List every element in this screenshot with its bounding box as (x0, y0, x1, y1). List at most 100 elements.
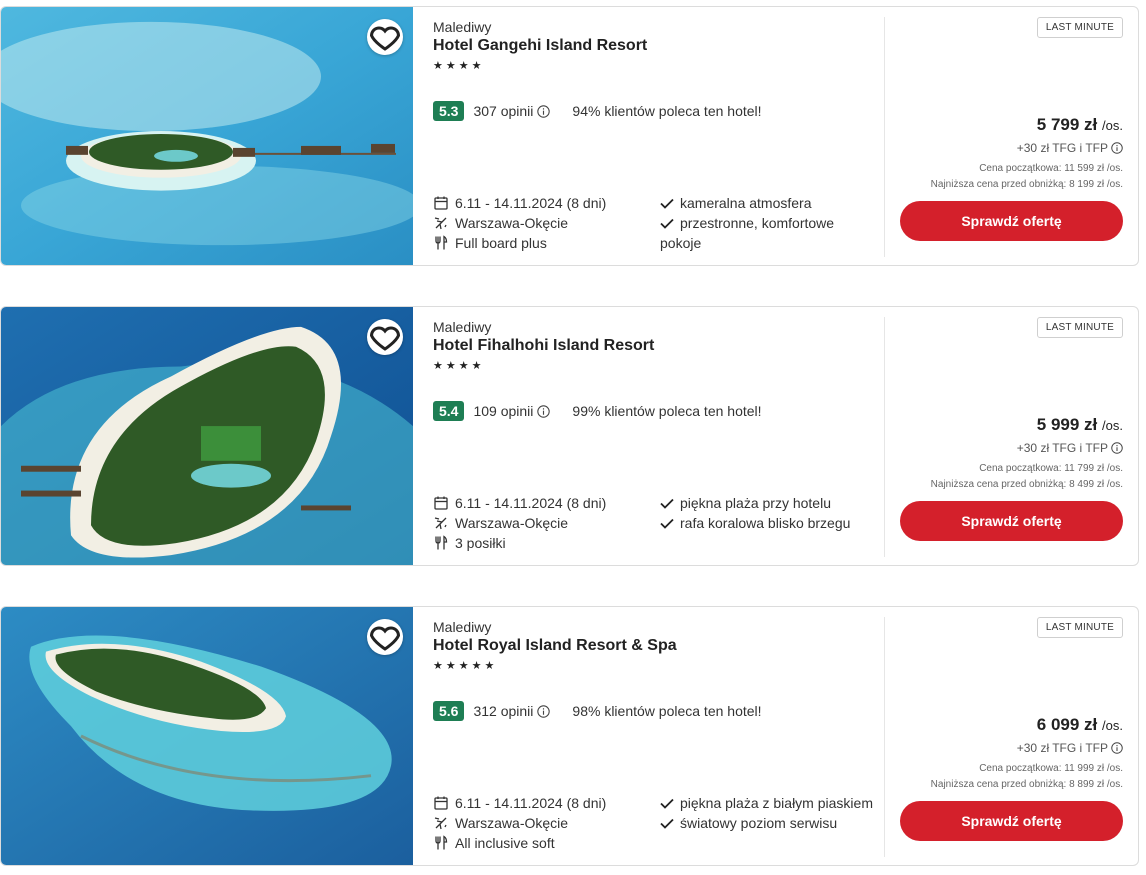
trip-departure: Warszawa-Okęcie (433, 513, 606, 533)
info-icon[interactable] (537, 404, 551, 418)
trip-board: All inclusive soft (433, 833, 606, 853)
reviews-count: 109 opinii (473, 403, 534, 419)
cutlery-icon (435, 835, 448, 850)
rating-score: 5.6 (433, 701, 465, 721)
trip-details: 6.11 - 14.11.2024 (8 dni) Warszawa-Okęci… (433, 493, 606, 553)
rating-row: 5.6 312 opinii 98% klientów poleca ten h… (433, 701, 762, 721)
rating-score: 5.3 (433, 101, 465, 121)
hotel-info: Malediwy Hotel Royal Island Resort & Spa… (433, 619, 873, 855)
heart-icon (369, 326, 401, 351)
hotel-location: Malediwy (433, 319, 492, 335)
dates-text: 6.11 - 14.11.2024 (8 dni) (455, 195, 607, 211)
price-value: 6 099 zł (1036, 715, 1098, 734)
offer-card[interactable]: Malediwy Hotel Gangehi Island Resort ★★★… (0, 6, 1139, 266)
calendar-icon (434, 496, 448, 510)
trip-departure: Warszawa-Okęcie (433, 813, 606, 833)
feature-item: piękna plaża przy hotelu (660, 493, 875, 513)
board-text: All inclusive soft (455, 835, 555, 851)
favorite-button[interactable] (367, 319, 403, 355)
last-minute-badge: LAST MINUTE (1036, 617, 1123, 638)
info-icon[interactable] (537, 104, 551, 118)
feature-item: kameralna atmosfera (660, 193, 875, 213)
fees-info: +30 zł TFG i TFP (1017, 141, 1123, 155)
check-icon (660, 198, 674, 209)
dates-text: 6.11 - 14.11.2024 (8 dni) (455, 495, 607, 511)
favorite-button[interactable] (367, 619, 403, 655)
hotel-stars: ★★★★ (433, 60, 485, 72)
fees-info: +30 zł TFG i TFP (1017, 441, 1123, 455)
feature-item: piękna plaża z białym piaskiem (660, 793, 875, 813)
calendar-icon (434, 196, 448, 210)
check-offer-button[interactable]: Sprawdź ofertę (900, 801, 1123, 841)
plane-icon (434, 817, 447, 830)
hotel-name[interactable]: Hotel Gangehi Island Resort (433, 37, 873, 55)
lowest-price: Najniższa cena przed obniżką: 8 899 zł /… (930, 779, 1123, 790)
plane-icon (434, 517, 447, 530)
price-value: 5 799 zł (1036, 115, 1098, 134)
last-minute-badge: LAST MINUTE (1036, 317, 1123, 338)
reviews-link[interactable]: 307 opinii (473, 103, 551, 119)
offer-card[interactable]: Malediwy Hotel Royal Island Resort & Spa… (0, 606, 1139, 866)
price: 6 099 zł /os. (1037, 715, 1123, 735)
info-icon[interactable] (1111, 742, 1123, 754)
start-price: Cena początkowa: 11 799 zł /os. (979, 463, 1123, 474)
favorite-button[interactable] (367, 19, 403, 55)
info-icon[interactable] (1111, 142, 1123, 154)
board-text: Full board plus (455, 235, 547, 251)
trip-board: 3 posiłki (433, 533, 606, 553)
hotel-name[interactable]: Hotel Fihalhohi Island Resort (433, 337, 873, 355)
rating-score: 5.4 (433, 401, 465, 421)
hotel-features: piękna plaża z białym piaskiem światowy … (660, 793, 875, 833)
reviews-count: 312 opinii (473, 703, 534, 719)
check-icon (660, 818, 674, 829)
feature-item: rafa koralowa blisko brzegu (660, 513, 875, 533)
trip-details: 6.11 - 14.11.2024 (8 dni) Warszawa-Okęci… (433, 793, 606, 853)
calendar-icon (434, 796, 448, 810)
check-offer-button[interactable]: Sprawdź ofertę (900, 201, 1123, 241)
recommend-text: 98% klientów poleca ten hotel! (572, 703, 762, 719)
price-column: LAST MINUTE 5 799 zł /os. +30 zł TFG i T… (891, 7, 1123, 265)
lowest-price: Najniższa cena przed obniżką: 8 199 zł /… (930, 179, 1123, 190)
reviews-link[interactable]: 109 opinii (473, 403, 551, 419)
hotel-stars: ★★★★ (433, 360, 485, 372)
column-divider (884, 17, 885, 257)
hotel-photo[interactable] (1, 307, 413, 565)
departure-text: Warszawa-Okęcie (455, 815, 569, 831)
departure-text: Warszawa-Okęcie (455, 215, 569, 231)
hotel-photo[interactable] (1, 7, 413, 265)
info-icon[interactable] (537, 704, 551, 718)
cutlery-icon (435, 235, 448, 250)
trip-departure: Warszawa-Okęcie (433, 213, 606, 233)
feature-item: przestronne, komfortowe pokoje (660, 215, 835, 251)
price: 5 799 zł /os. (1037, 115, 1123, 135)
check-icon (660, 218, 674, 229)
check-icon (660, 498, 674, 509)
recommend-text: 99% klientów poleca ten hotel! (572, 403, 762, 419)
rating-row: 5.3 307 opinii 94% klientów poleca ten h… (433, 101, 762, 121)
reviews-count: 307 opinii (473, 103, 534, 119)
reviews-link[interactable]: 312 opinii (473, 703, 551, 719)
start-price: Cena początkowa: 11 599 zł /os. (979, 163, 1123, 174)
trip-board: Full board plus (433, 233, 606, 253)
fees-info: +30 zł TFG i TFP (1017, 741, 1123, 755)
hotel-stars: ★★★★★ (433, 660, 498, 672)
check-icon (660, 518, 674, 529)
hotel-photo[interactable] (1, 607, 413, 865)
hotel-location: Malediwy (433, 19, 492, 35)
hotel-name[interactable]: Hotel Royal Island Resort & Spa (433, 637, 873, 655)
plane-icon (434, 217, 447, 230)
check-icon (660, 798, 674, 809)
column-divider (884, 617, 885, 857)
hotel-features: piękna plaża przy hotelu rafa koralowa b… (660, 493, 875, 533)
info-icon[interactable] (1111, 442, 1123, 454)
offer-card[interactable]: Malediwy Hotel Fihalhohi Island Resort ★… (0, 306, 1139, 566)
heart-icon (369, 26, 401, 51)
cutlery-icon (435, 535, 448, 550)
hotel-features: kameralna atmosfera przestronne, komfort… (660, 193, 875, 253)
per-person: /os. (1102, 718, 1123, 733)
column-divider (884, 317, 885, 557)
dates-text: 6.11 - 14.11.2024 (8 dni) (455, 795, 607, 811)
check-offer-button[interactable]: Sprawdź ofertę (900, 501, 1123, 541)
price-column: LAST MINUTE 5 999 zł /os. +30 zł TFG i T… (891, 307, 1123, 565)
board-text: 3 posiłki (455, 535, 506, 551)
